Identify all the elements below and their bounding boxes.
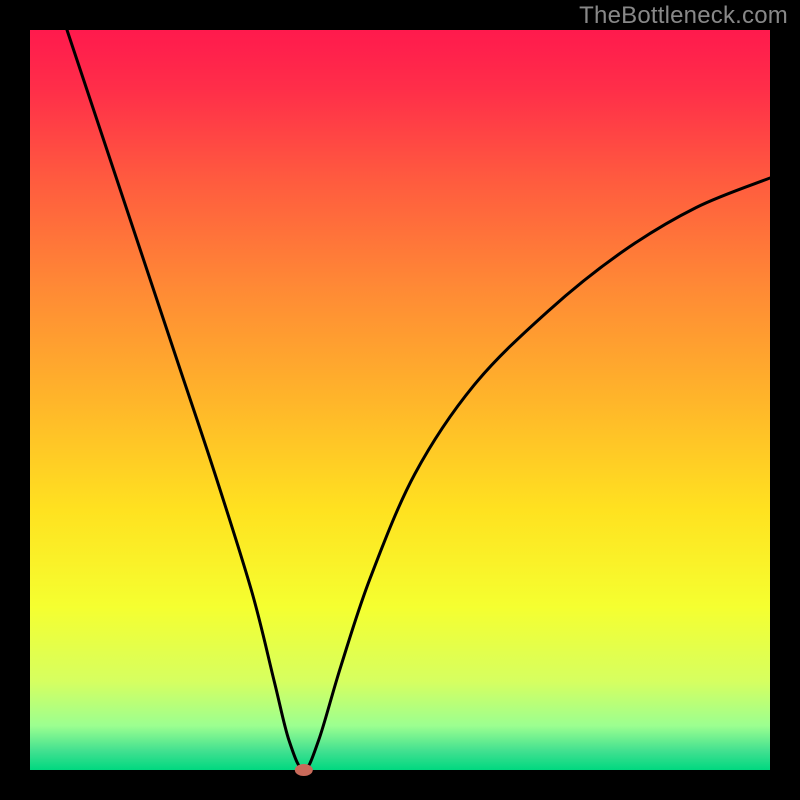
gradient-background <box>30 30 770 770</box>
watermark-text: TheBottleneck.com <box>579 2 788 30</box>
bottleneck-chart <box>0 0 800 800</box>
chart-frame: TheBottleneck.com <box>0 0 800 800</box>
optimum-marker <box>295 764 313 776</box>
